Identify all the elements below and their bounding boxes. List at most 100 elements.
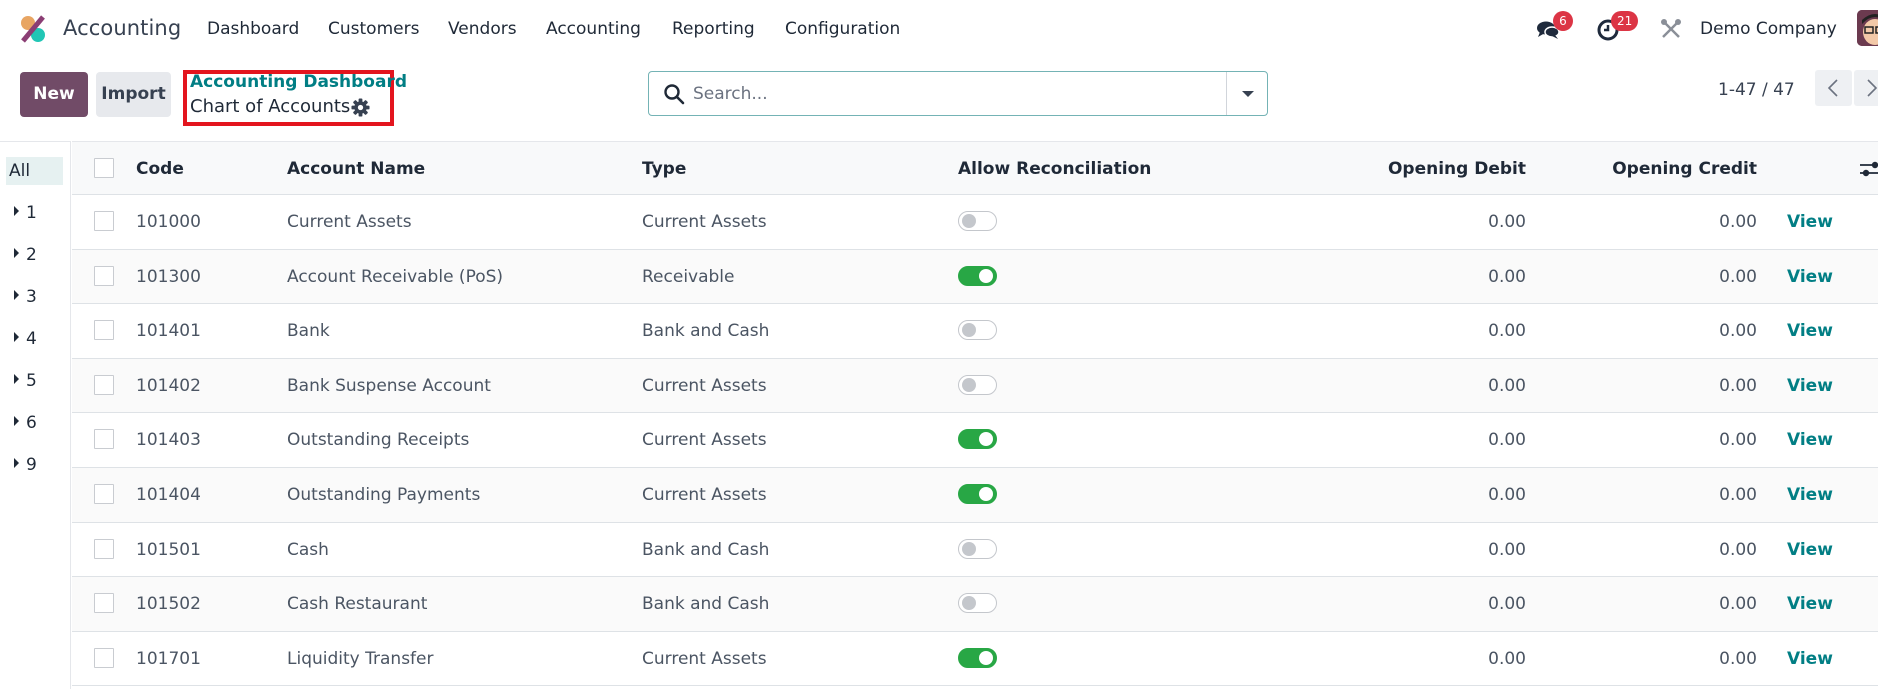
row-checkbox[interactable]	[94, 211, 114, 231]
table-row[interactable]: 101401 Bank Bank and Cash 0.00 0.00 View	[72, 304, 1878, 359]
allow-reconciliation-toggle[interactable]	[958, 593, 997, 614]
column-header-allow-reconciliation[interactable]: Allow Reconciliation	[958, 159, 1151, 179]
row-checkbox[interactable]	[94, 265, 114, 286]
view-link[interactable]: View	[1787, 430, 1833, 450]
column-header-account-name[interactable]: Account Name	[287, 159, 425, 179]
view-link[interactable]: View	[1787, 485, 1833, 505]
pager-next-button[interactable]	[1854, 70, 1878, 106]
pager-previous-button[interactable]	[1815, 70, 1852, 106]
allow-reconciliation-toggle[interactable]	[958, 265, 997, 286]
page-title: Chart of Accounts	[190, 96, 351, 117]
caret-right-icon	[14, 458, 19, 468]
column-header-opening-credit[interactable]: Opening Credit	[1557, 159, 1757, 179]
table-row[interactable]: 101403 Outstanding Receipts Current Assets…	[72, 413, 1878, 468]
side-filter-group[interactable]: 9	[6, 451, 63, 479]
column-header-code[interactable]: Code	[136, 159, 184, 179]
gear-icon[interactable]	[351, 98, 370, 117]
breadcrumb-accounting-dashboard[interactable]: Accounting Dashboard	[190, 72, 407, 92]
menu-configuration[interactable]: Configuration	[785, 19, 900, 39]
cell-code: 101000	[136, 212, 201, 232]
row-checkbox[interactable]	[94, 647, 114, 668]
cell-account-name: Outstanding Receipts	[287, 430, 470, 451]
side-filter-group[interactable]: 2	[6, 241, 63, 269]
side-filter-group[interactable]: 3	[6, 283, 63, 311]
row-checkbox[interactable]	[94, 320, 114, 341]
cell-opening-credit: 0.00	[1719, 375, 1757, 396]
column-header-type[interactable]: Type	[642, 159, 686, 179]
row-checkbox[interactable]	[94, 593, 114, 614]
cell-opening-debit: 0.00	[1488, 430, 1526, 451]
menu-customers[interactable]: Customers	[328, 19, 419, 39]
caret-right-icon	[14, 374, 19, 384]
cell-opening-credit: 0.00	[1719, 539, 1757, 560]
app-name[interactable]: Accounting	[63, 16, 181, 40]
view-link[interactable]: View	[1787, 594, 1833, 614]
view-link[interactable]: View	[1787, 649, 1833, 669]
menu-accounting[interactable]: Accounting	[546, 19, 641, 39]
select-all-checkbox[interactable]	[94, 158, 114, 178]
row-checkbox[interactable]	[94, 538, 114, 559]
optional-columns-settings-icon[interactable]	[1860, 160, 1878, 178]
table-row[interactable]: 101404 Outstanding Payments Current Assets…	[72, 467, 1878, 523]
allow-reconciliation-toggle[interactable]	[958, 211, 997, 231]
view-link[interactable]: View	[1787, 376, 1833, 396]
debug-tools-icon[interactable]	[1660, 18, 1682, 40]
row-checkbox[interactable]	[94, 483, 114, 504]
side-filter-group[interactable]: 6	[6, 409, 63, 437]
cell-opening-credit: 0.00	[1719, 321, 1757, 342]
menu-vendors[interactable]: Vendors	[448, 19, 517, 39]
table-row[interactable]: 101402 Bank Suspense Account Current Asset…	[72, 358, 1878, 414]
view-link[interactable]: View	[1787, 321, 1833, 341]
side-filter-group[interactable]: 1	[6, 199, 63, 227]
table-row[interactable]: 101300 Account Receivable (PoS) Receivable…	[72, 249, 1878, 305]
allow-reconciliation-toggle[interactable]	[958, 538, 997, 559]
cell-account-name: Bank Suspense Account	[287, 375, 491, 396]
accounting-app-logo-icon[interactable]	[18, 14, 48, 44]
caret-right-icon	[14, 416, 19, 426]
table-row[interactable]: 101701 Liquidity Transfer Current Assets 0.…	[72, 632, 1878, 687]
cell-type: Bank and Cash	[642, 321, 770, 342]
allow-reconciliation-toggle[interactable]	[958, 320, 997, 341]
side-filter-label: 3	[26, 287, 37, 307]
cell-opening-credit: 0.00	[1719, 430, 1757, 451]
accounts-table: Code Account Name Type Allow Reconciliat…	[72, 141, 1878, 687]
allow-reconciliation-toggle[interactable]	[958, 374, 997, 395]
import-button[interactable]: Import	[96, 72, 171, 117]
table-row[interactable]: 101501 Cash Bank and Cash 0.00 0.00 View	[72, 523, 1878, 578]
view-link[interactable]: View	[1787, 212, 1833, 232]
side-filter-group[interactable]: 4	[6, 325, 63, 353]
caret-right-icon	[14, 290, 19, 300]
allow-reconciliation-toggle[interactable]	[958, 483, 997, 504]
cell-opening-credit: 0.00	[1719, 484, 1757, 505]
top-navbar: Accounting Dashboard Customers Vendors A…	[0, 0, 1878, 58]
allow-reconciliation-toggle[interactable]	[958, 429, 997, 450]
chevron-right-icon	[1867, 79, 1878, 97]
cell-opening-credit: 0.00	[1719, 266, 1757, 287]
side-filter-group[interactable]: 5	[6, 367, 63, 395]
view-link[interactable]: View	[1787, 540, 1833, 560]
user-avatar[interactable]	[1857, 10, 1878, 46]
cell-type: Bank and Cash	[642, 539, 770, 560]
cell-account-name: Cash	[287, 539, 329, 560]
allow-reconciliation-toggle[interactable]	[958, 647, 997, 668]
cell-type: Receivable	[642, 266, 735, 287]
table-row[interactable]: 101000 Current Assets Current Assets 0.00 0.…	[72, 195, 1878, 250]
table-row[interactable]: 101502 Cash Restaurant Bank and Cash 0.00 0.…	[72, 577, 1878, 632]
search-input[interactable]	[693, 80, 1193, 108]
row-checkbox[interactable]	[94, 374, 114, 395]
pager-value[interactable]: 1-47 / 47	[1718, 80, 1795, 100]
cell-account-name: Account Receivable (PoS)	[287, 266, 504, 287]
side-filter-all[interactable]: All	[6, 157, 63, 185]
company-switcher[interactable]: Demo Company	[1700, 19, 1837, 39]
cell-opening-debit: 0.00	[1488, 321, 1526, 342]
side-filter-label: 6	[26, 413, 37, 433]
new-button[interactable]: New	[20, 72, 88, 117]
cell-opening-debit: 0.00	[1488, 484, 1526, 505]
menu-dashboard[interactable]: Dashboard	[207, 19, 299, 39]
menu-reporting[interactable]: Reporting	[672, 19, 755, 39]
search-options-dropdown-toggle[interactable]	[1226, 72, 1267, 115]
column-header-opening-debit[interactable]: Opening Debit	[1326, 159, 1526, 179]
cell-type: Current Assets	[642, 430, 767, 451]
view-link[interactable]: View	[1787, 267, 1833, 287]
row-checkbox[interactable]	[94, 429, 114, 450]
